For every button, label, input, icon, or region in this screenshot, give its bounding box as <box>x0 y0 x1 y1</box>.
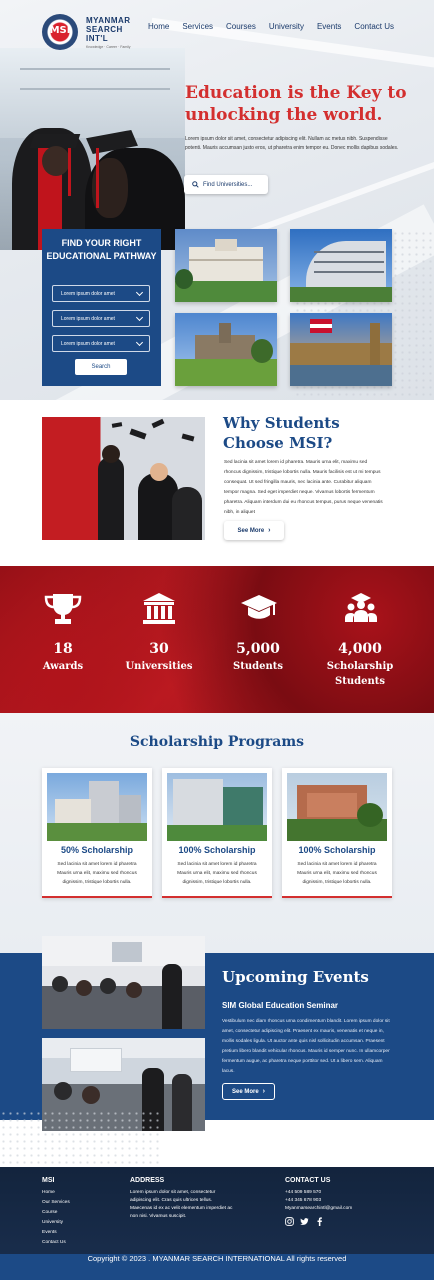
scholarship-text: Sed lacinia sit amet lorem id pharetra M… <box>57 862 137 885</box>
why-title: Why Students Choose MSI? <box>223 414 340 452</box>
scholarship-image-2 <box>167 773 267 841</box>
trophy-icon <box>44 594 82 624</box>
scholarship-text: Sed lacinia sit amet lorem id pharetra M… <box>297 862 377 885</box>
search-icon <box>192 181 199 188</box>
select-value: Lorem ipsum dolor amet <box>61 290 115 297</box>
stat-label: Universities <box>125 661 193 672</box>
stat-number: 18 <box>53 641 73 657</box>
pathway-form: FIND YOUR RIGHT EDUCATIONAL PATHWAY Lore… <box>42 229 161 386</box>
footer-link-contact[interactable]: Contact Us <box>42 1240 66 1245</box>
scholarship-card-1[interactable]: 50% Scholarship Sed lacinia sit amet lor… <box>42 768 152 898</box>
select-value: Lorem ipsum dolor amet <box>61 315 115 322</box>
stat-number: 5,000 <box>236 641 280 657</box>
main-nav: Home Services Courses University Events … <box>148 22 394 36</box>
scholarship-card-3[interactable]: 100% Scholarship Sed lacinia sit amet lo… <box>282 768 392 898</box>
nav-services[interactable]: Services <box>182 22 213 36</box>
site-logo[interactable]: MSI MYANMAR SEARCH INT'L Knowledge · Car… <box>42 12 162 52</box>
event-seminar-image-1 <box>42 936 205 1029</box>
logo-line1: MYANMAR <box>86 16 131 25</box>
footer-email[interactable]: Myanmarsearchintl@gmail.com <box>285 1205 352 1213</box>
dot-pattern <box>0 1110 160 1168</box>
campus-image-2 <box>290 229 392 302</box>
campus-image-3 <box>175 313 277 386</box>
logo-line3: INT'L <box>86 34 109 43</box>
footer-link-services[interactable]: Our Services <box>42 1200 70 1205</box>
footer-contact-heading: CONTACT US <box>285 1177 331 1184</box>
chevron-down-icon <box>135 288 144 297</box>
scholarship-heading: 100% Scholarship <box>178 845 256 855</box>
instagram-icon[interactable] <box>285 1217 294 1226</box>
nav-home[interactable]: Home <box>148 22 169 36</box>
see-more-label: See More <box>237 527 265 534</box>
footer-address-text: Lorem ipsum dolor sit amet, consectetur … <box>130 1190 233 1219</box>
stat-label: Scholarship Students <box>326 661 394 687</box>
select-value: Lorem ipsum dolor amet <box>61 340 115 347</box>
nav-contact-us[interactable]: Contact Us <box>354 22 394 36</box>
events-title: Upcoming Events <box>222 968 369 986</box>
nav-events[interactable]: Events <box>317 22 341 36</box>
scholarship-heading: 50% Scholarship <box>60 845 134 855</box>
hero-text: Lorem ipsum dolor sit amet, consectetur … <box>185 136 399 151</box>
find-universities-button[interactable]: Find Universities... <box>184 175 268 194</box>
scholarship-image-1 <box>47 773 147 841</box>
find-universities-label: Find Universities... <box>203 181 253 188</box>
events-see-more-button[interactable]: See More › <box>222 1083 275 1100</box>
scholarship-text: Sed lacinia sit amet lorem id pharetra M… <box>177 862 257 885</box>
pathway-select-2[interactable]: Lorem ipsum dolor amet <box>52 310 150 327</box>
pathway-select-3[interactable]: Lorem ipsum dolor amet <box>52 335 150 352</box>
pathway-title: FIND YOUR RIGHT EDUCATIONAL PATHWAY <box>46 238 157 261</box>
scholarship-image-3 <box>287 773 387 841</box>
footer-msi-heading: MSI <box>42 1177 55 1184</box>
chevron-down-icon <box>135 338 144 347</box>
footer-phone-2[interactable]: +44 345 678 903 <box>285 1197 321 1205</box>
stats-band: 18 Awards 30 Universities 5,000 Students… <box>0 566 434 713</box>
footer-phone-1[interactable]: +44 509 589 570 <box>285 1189 321 1197</box>
campus-image-1 <box>175 229 277 302</box>
stat-number: 4,000 <box>338 641 382 657</box>
pathway-select-1[interactable]: Lorem ipsum dolor amet <box>52 285 150 302</box>
facebook-icon[interactable] <box>315 1217 324 1226</box>
campus-image-4 <box>290 313 392 386</box>
university-icon <box>143 593 175 624</box>
hero-title: Education is the Key to unlocking the wo… <box>185 83 407 125</box>
hero-graduates-image <box>0 48 185 250</box>
why-see-more-button[interactable]: See More › <box>224 521 284 540</box>
event-description: Vestibulum nec diam rhoncus urna condime… <box>222 1019 390 1074</box>
footer-link-home[interactable]: Home <box>42 1190 55 1195</box>
chevron-down-icon <box>135 313 144 322</box>
footer-address-heading: ADDRESS <box>130 1177 165 1184</box>
social-links <box>285 1217 324 1226</box>
stat-label: Students <box>233 661 283 672</box>
logo-line2: SEARCH <box>86 25 123 34</box>
why-text: Sed lacinia sit amet lorem id pharetra. … <box>224 460 383 515</box>
chevron-right-icon: › <box>268 527 271 534</box>
stat-label: Awards <box>42 661 84 672</box>
footer-link-university[interactable]: University <box>42 1220 63 1225</box>
stat-number: 30 <box>149 641 169 657</box>
scholarship-card-2[interactable]: 100% Scholarship Sed lacinia sit amet lo… <box>162 768 272 898</box>
logo-emblem: MSI <box>42 14 78 50</box>
twitter-icon[interactable] <box>300 1217 309 1226</box>
footer-link-events[interactable]: Events <box>42 1230 57 1235</box>
event-name: SIM Global Education Seminar <box>222 1001 339 1010</box>
scholarship-heading: 100% Scholarship <box>298 845 376 855</box>
logo-tagline: Knowledge · Career · Family <box>86 45 131 49</box>
graduation-celebration-image <box>42 417 205 540</box>
scholarship-title: Scholarship Programs <box>129 734 305 750</box>
scholarship-students-icon <box>345 593 377 622</box>
copyright: Copyright © 2023 . MYANMAR SEARCH INTERN… <box>0 1254 434 1280</box>
nav-university[interactable]: University <box>269 22 304 36</box>
see-more-label: See More <box>231 1088 259 1095</box>
graduation-cap-icon <box>241 595 277 619</box>
chevron-right-icon: › <box>262 1088 266 1095</box>
nav-courses[interactable]: Courses <box>226 22 256 36</box>
pathway-search-button[interactable]: Search <box>75 359 127 375</box>
footer-link-course[interactable]: Course <box>42 1210 57 1215</box>
